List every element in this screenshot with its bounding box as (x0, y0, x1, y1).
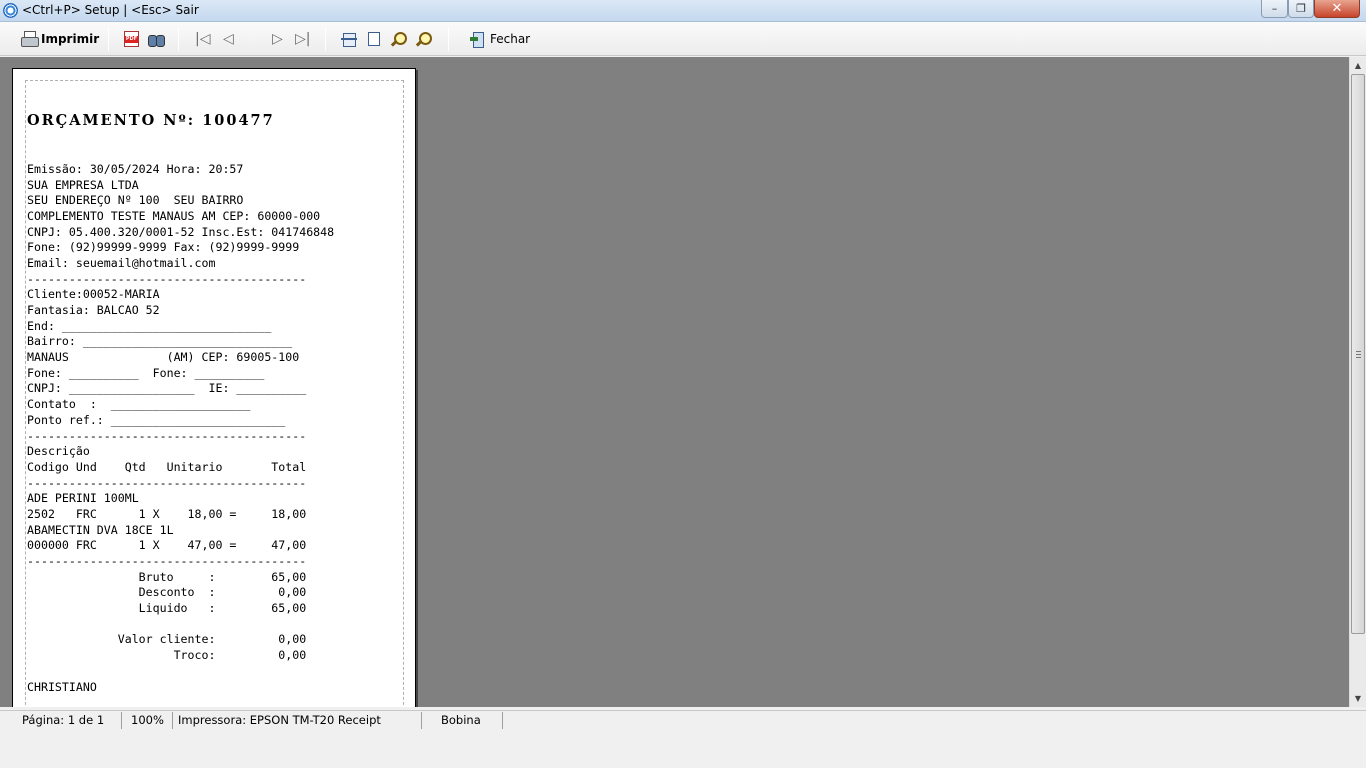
toolbar-divider (178, 27, 179, 51)
last-page-icon: ▷| (295, 31, 311, 47)
receipt-line: Troco: 0,00 (27, 648, 307, 663)
scroll-thumb[interactable] (1351, 74, 1365, 634)
receipt-line: 2502 FRC 1 X 18,00 = 18,00 (27, 506, 307, 521)
receipt-line: End: ______________________________ (27, 318, 272, 333)
receipt-line: Ponto ref.: _________________________ (27, 412, 286, 427)
print-button[interactable]: Imprimir (20, 27, 99, 51)
window-title: <Ctrl+P> Setup | <Esc> Sair (22, 3, 199, 17)
toolbar: Imprimir PDF |◁ ◁ ▷ ▷| Fechar (0, 22, 1366, 56)
minimize-button[interactable]: – (1261, 0, 1288, 18)
close-window-button[interactable]: ✕ (1314, 0, 1360, 18)
find-button[interactable] (148, 27, 165, 51)
vertical-scrollbar[interactable]: ▲ ▼ (1349, 57, 1366, 707)
receipt-line: Emissão: 30/05/2024 Hora: 20:57 (27, 161, 244, 176)
status-page: Página: 1 de 1 (0, 712, 122, 729)
receipt-line: SEU ENDEREÇO Nº 100 SEU BAIRRO (27, 193, 244, 208)
receipt-line: ---------------------------------------- (27, 475, 307, 490)
full-page-button[interactable] (368, 27, 380, 51)
receipt-line: CHRISTIANO (27, 679, 97, 694)
status-bar: Página: 1 de 1 100% Impressora: EPSON TM… (0, 710, 1366, 729)
status-zoom: 100% (123, 712, 173, 729)
previous-page-icon: ◁ (223, 31, 234, 47)
fit-width-icon (341, 31, 357, 47)
zoom-out-button[interactable] (415, 27, 432, 51)
receipt-line: Fantasia: BALCAO 52 (27, 303, 160, 317)
status-printer: Impressora: EPSON TM-T20 Receipt (174, 712, 422, 729)
title-bar: <Ctrl+P> Setup | <Esc> Sair – ❐ ✕ (0, 0, 1366, 22)
scroll-up-icon: ▲ (1354, 61, 1362, 70)
pdf-icon: PDF (124, 31, 139, 47)
first-page-icon: |◁ (195, 31, 211, 47)
export-pdf-button[interactable]: PDF (124, 27, 139, 51)
receipt-content: ORÇAMENTO Nº: 100477 Emissão: 30/05/2024… (27, 81, 397, 707)
status-paper: Bobina (423, 712, 503, 729)
receipt-line: Fone: (92)99999-9999 Fax: (92)9999-9999 (27, 240, 300, 255)
printer-icon (20, 31, 39, 47)
print-label: Imprimir (41, 32, 100, 46)
receipt-line: Contato : ____________________ (27, 397, 251, 412)
previous-page-button[interactable]: ◁ (223, 27, 234, 51)
receipt-title: ORÇAMENTO Nº: 100477 (27, 112, 275, 130)
receipt-line: MANAUS (AM) CEP: 69005-100 (27, 350, 300, 365)
receipt-line: ADE PERINI 100ML (27, 491, 139, 506)
exit-door-icon (470, 31, 486, 48)
receipt-line: Bairro: ______________________________ (27, 334, 293, 349)
toolbar-divider (108, 27, 109, 51)
receipt-line: ---------------------------------------- (27, 271, 307, 286)
receipt-line: Cliente:00052-MARIA (27, 287, 160, 302)
receipt-page: ORÇAMENTO Nº: 100477 Emissão: 30/05/2024… (12, 68, 416, 707)
maximize-button[interactable]: ❐ (1288, 0, 1314, 18)
receipt-line: Codigo Und Qtd Unitario Total (27, 459, 307, 474)
scroll-down-button[interactable]: ▼ (1350, 690, 1366, 707)
app-icon (3, 3, 18, 18)
receipt-line: Descrição (27, 444, 90, 459)
minimize-icon: – (1271, 2, 1278, 15)
close-preview-button[interactable]: Fechar (470, 27, 530, 51)
zoom-in-icon (390, 31, 407, 47)
receipt-line: CNPJ: __________________ IE: __________ (27, 381, 307, 396)
receipt-line: SUA EMPRESA LTDA (27, 177, 139, 192)
print-preview-area[interactable]: ORÇAMENTO Nº: 100477 Emissão: 30/05/2024… (0, 57, 1349, 707)
fit-width-button[interactable] (341, 27, 357, 51)
receipt-line: CNPJ: 05.400.320/0001-52 Insc.Est: 04174… (27, 224, 335, 239)
scroll-grip-icon (1356, 351, 1361, 358)
receipt-line (27, 664, 397, 680)
receipt-line: Liquido : 65,00 (27, 601, 307, 616)
zoom-in-button[interactable] (390, 27, 407, 51)
receipt-lines: Emissão: 30/05/2024 Hora: 20:57 SUA EMPRE… (27, 162, 397, 707)
page-icon (368, 32, 380, 46)
toolbar-divider (325, 27, 326, 51)
last-page-button[interactable]: ▷| (295, 27, 310, 51)
next-page-icon: ▷ (272, 31, 283, 47)
receipt-line: Fone: __________ Fone: __________ (27, 365, 265, 380)
receipt-line: ABAMECTIN DVA 18CE 1L (27, 522, 174, 537)
scroll-up-button[interactable]: ▲ (1350, 57, 1366, 74)
first-page-button[interactable]: |◁ (195, 27, 210, 51)
receipt-line: ---------------------------------------- (27, 554, 307, 568)
close-preview-label: Fechar (490, 32, 531, 46)
receipt-line: Email: seuemail@hotmail.com (27, 255, 216, 270)
close-icon: ✕ (1331, 1, 1343, 16)
receipt-line (27, 695, 397, 707)
maximize-icon: ❐ (1296, 2, 1306, 15)
zoom-out-icon (415, 31, 432, 47)
receipt-line: ---------------------------------------- (27, 428, 307, 443)
pdf-icon-text: PDF (125, 36, 138, 43)
binoculars-icon (148, 32, 165, 47)
receipt-line: Desconto : 0,00 (27, 585, 307, 600)
receipt-line: Bruto : 65,00 (27, 569, 307, 584)
receipt-line: COMPLEMENTO TESTE MANAUS AM CEP: 60000-0… (27, 208, 321, 223)
receipt-line (27, 617, 397, 633)
scroll-down-icon: ▼ (1354, 694, 1362, 703)
next-page-button[interactable]: ▷ (272, 27, 283, 51)
toolbar-divider (448, 27, 449, 51)
receipt-line: Valor cliente: 0,00 (27, 632, 307, 647)
receipt-line: 000000 FRC 1 X 47,00 = 47,00 (27, 538, 307, 553)
